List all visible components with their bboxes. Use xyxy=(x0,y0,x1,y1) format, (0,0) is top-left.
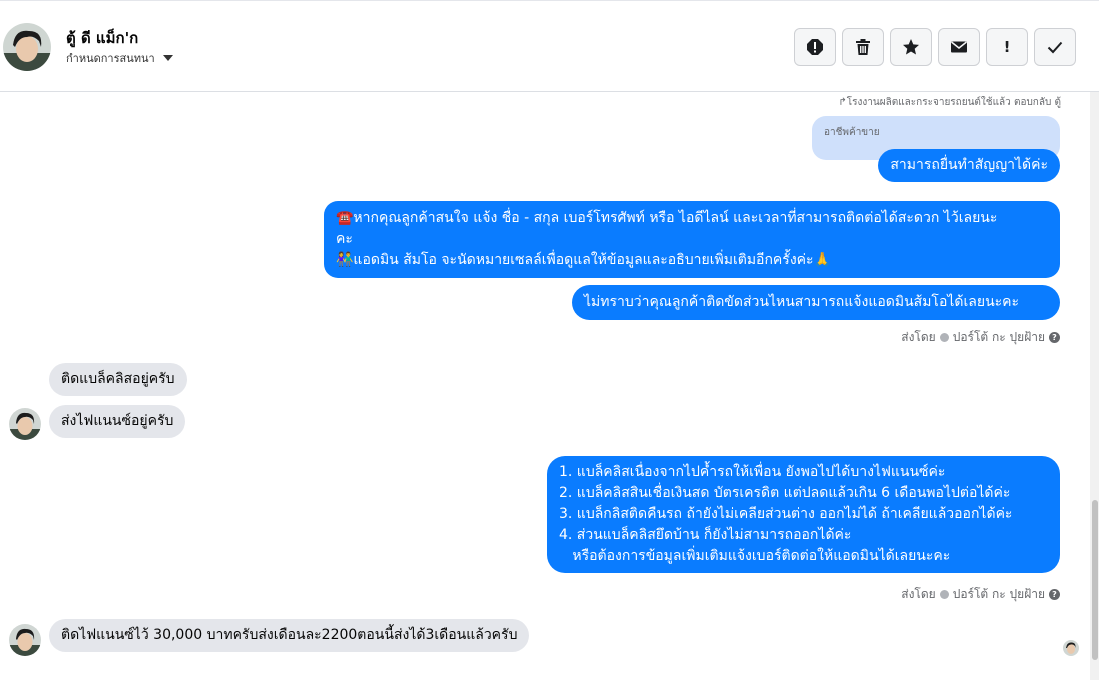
check-icon xyxy=(1047,41,1063,54)
reply-arrow-icon: ↱ xyxy=(838,97,847,108)
message-line: 4. ส่วนแบล็คลิสยึดบ้าน ก็ยังไม่สามารถออก… xyxy=(559,527,852,543)
message-line: คะ xyxy=(336,231,353,247)
caret-down-icon xyxy=(162,55,173,61)
message-line: หรือต้องการข้อมูลเพิ่มเติมแจ้งเบอร์ติดต่… xyxy=(559,548,951,564)
conversation-schedule[interactable]: กำหนดการสนทนา xyxy=(66,49,173,67)
conversation-header: ตู้ ดี แม็ก'ก กำหนดการสนทนา ! xyxy=(0,4,1099,92)
message-thread[interactable]: ↱โรงงานผลิตและกระจายรถยนต์ใช้แล้ว ตอบกลั… xyxy=(0,92,1099,680)
contact-avatar-small[interactable] xyxy=(9,408,41,440)
agent-status-icon xyxy=(939,590,949,599)
contact-name[interactable]: ตู้ ดี แม็ก'ก xyxy=(66,26,138,50)
mail-icon xyxy=(951,41,967,53)
star-button[interactable] xyxy=(890,28,932,66)
message-line: ☎️หากคุณลูกค้าสนใจ แจ้ง ชื่อ - สกุล เบอร… xyxy=(336,210,998,226)
outgoing-message[interactable]: ไม่ทราบว่าคุณลูกค้าติดขัดส่วนไหนสามารถแจ… xyxy=(572,285,1060,320)
scrollbar-thumb[interactable] xyxy=(1092,500,1098,660)
mark-unread-button[interactable] xyxy=(938,28,980,66)
trash-icon xyxy=(856,39,870,55)
outgoing-message[interactable]: 1. แบล็คลิสเนื่องจากไปค้ำรถให้เพื่อน ยัง… xyxy=(547,456,1060,573)
schedule-label: กำหนดการสนทนา xyxy=(66,52,155,65)
star-icon xyxy=(903,39,919,55)
follow-up-icon: ! xyxy=(1003,38,1011,56)
reply-context-note: ↱โรงงานผลิตและกระจายรถยนต์ใช้แล้ว ตอบกลั… xyxy=(838,97,1061,108)
follow-up-button[interactable]: ! xyxy=(986,28,1028,66)
message-line: 3. แบล็กลิสติดคืนรถ ถ้ายังไม่เคลียส่วนต่… xyxy=(559,506,1013,522)
incoming-message[interactable]: ติดไฟแนนซ์ไว้ 30,000 บาทครับส่งเดือนละ22… xyxy=(49,619,530,652)
spam-button[interactable] xyxy=(794,28,836,66)
outgoing-message[interactable]: สามารถยื่นทำสัญญาได้ค่ะ xyxy=(878,149,1060,182)
message-line: 👫แอดมิน ส้มโอ จะนัดหมายเซลล์เพื่อดูแลให้… xyxy=(336,252,831,268)
contact-avatar-small[interactable] xyxy=(9,624,41,656)
help-icon[interactable]: ? xyxy=(1049,589,1060,600)
contact-avatar[interactable] xyxy=(3,23,51,71)
spam-icon xyxy=(807,39,823,55)
seen-avatar xyxy=(1063,640,1079,656)
sent-by-info: ส่งโดย ปอร์โต้ กะ ปุยฝ้าย ? xyxy=(901,328,1060,347)
incoming-message[interactable]: ส่งไฟแนนซ์อยู่ครับ xyxy=(49,405,186,438)
agent-status-icon xyxy=(939,333,949,342)
message-line: 2. แบล็คลิสสินเชื่อเงินสด บัตรเครดิต แต่… xyxy=(559,485,1011,501)
outgoing-message[interactable]: ☎️หากคุณลูกค้าสนใจ แจ้ง ชื่อ - สกุล เบอร… xyxy=(324,201,1060,278)
help-icon[interactable]: ? xyxy=(1049,332,1060,343)
delete-button[interactable] xyxy=(842,28,884,66)
message-line: 1. แบล็คลิสเนื่องจากไปค้ำรถให้เพื่อน ยัง… xyxy=(559,464,946,480)
sent-by-info: ส่งโดย ปอร์โต้ กะ ปุยฝ้าย ? xyxy=(901,585,1060,604)
incoming-message[interactable]: ติดแบล็คลิสอยู่ครับ xyxy=(49,363,187,396)
mark-done-button[interactable] xyxy=(1034,28,1076,66)
conversation-toolbar: ! xyxy=(794,28,1076,66)
